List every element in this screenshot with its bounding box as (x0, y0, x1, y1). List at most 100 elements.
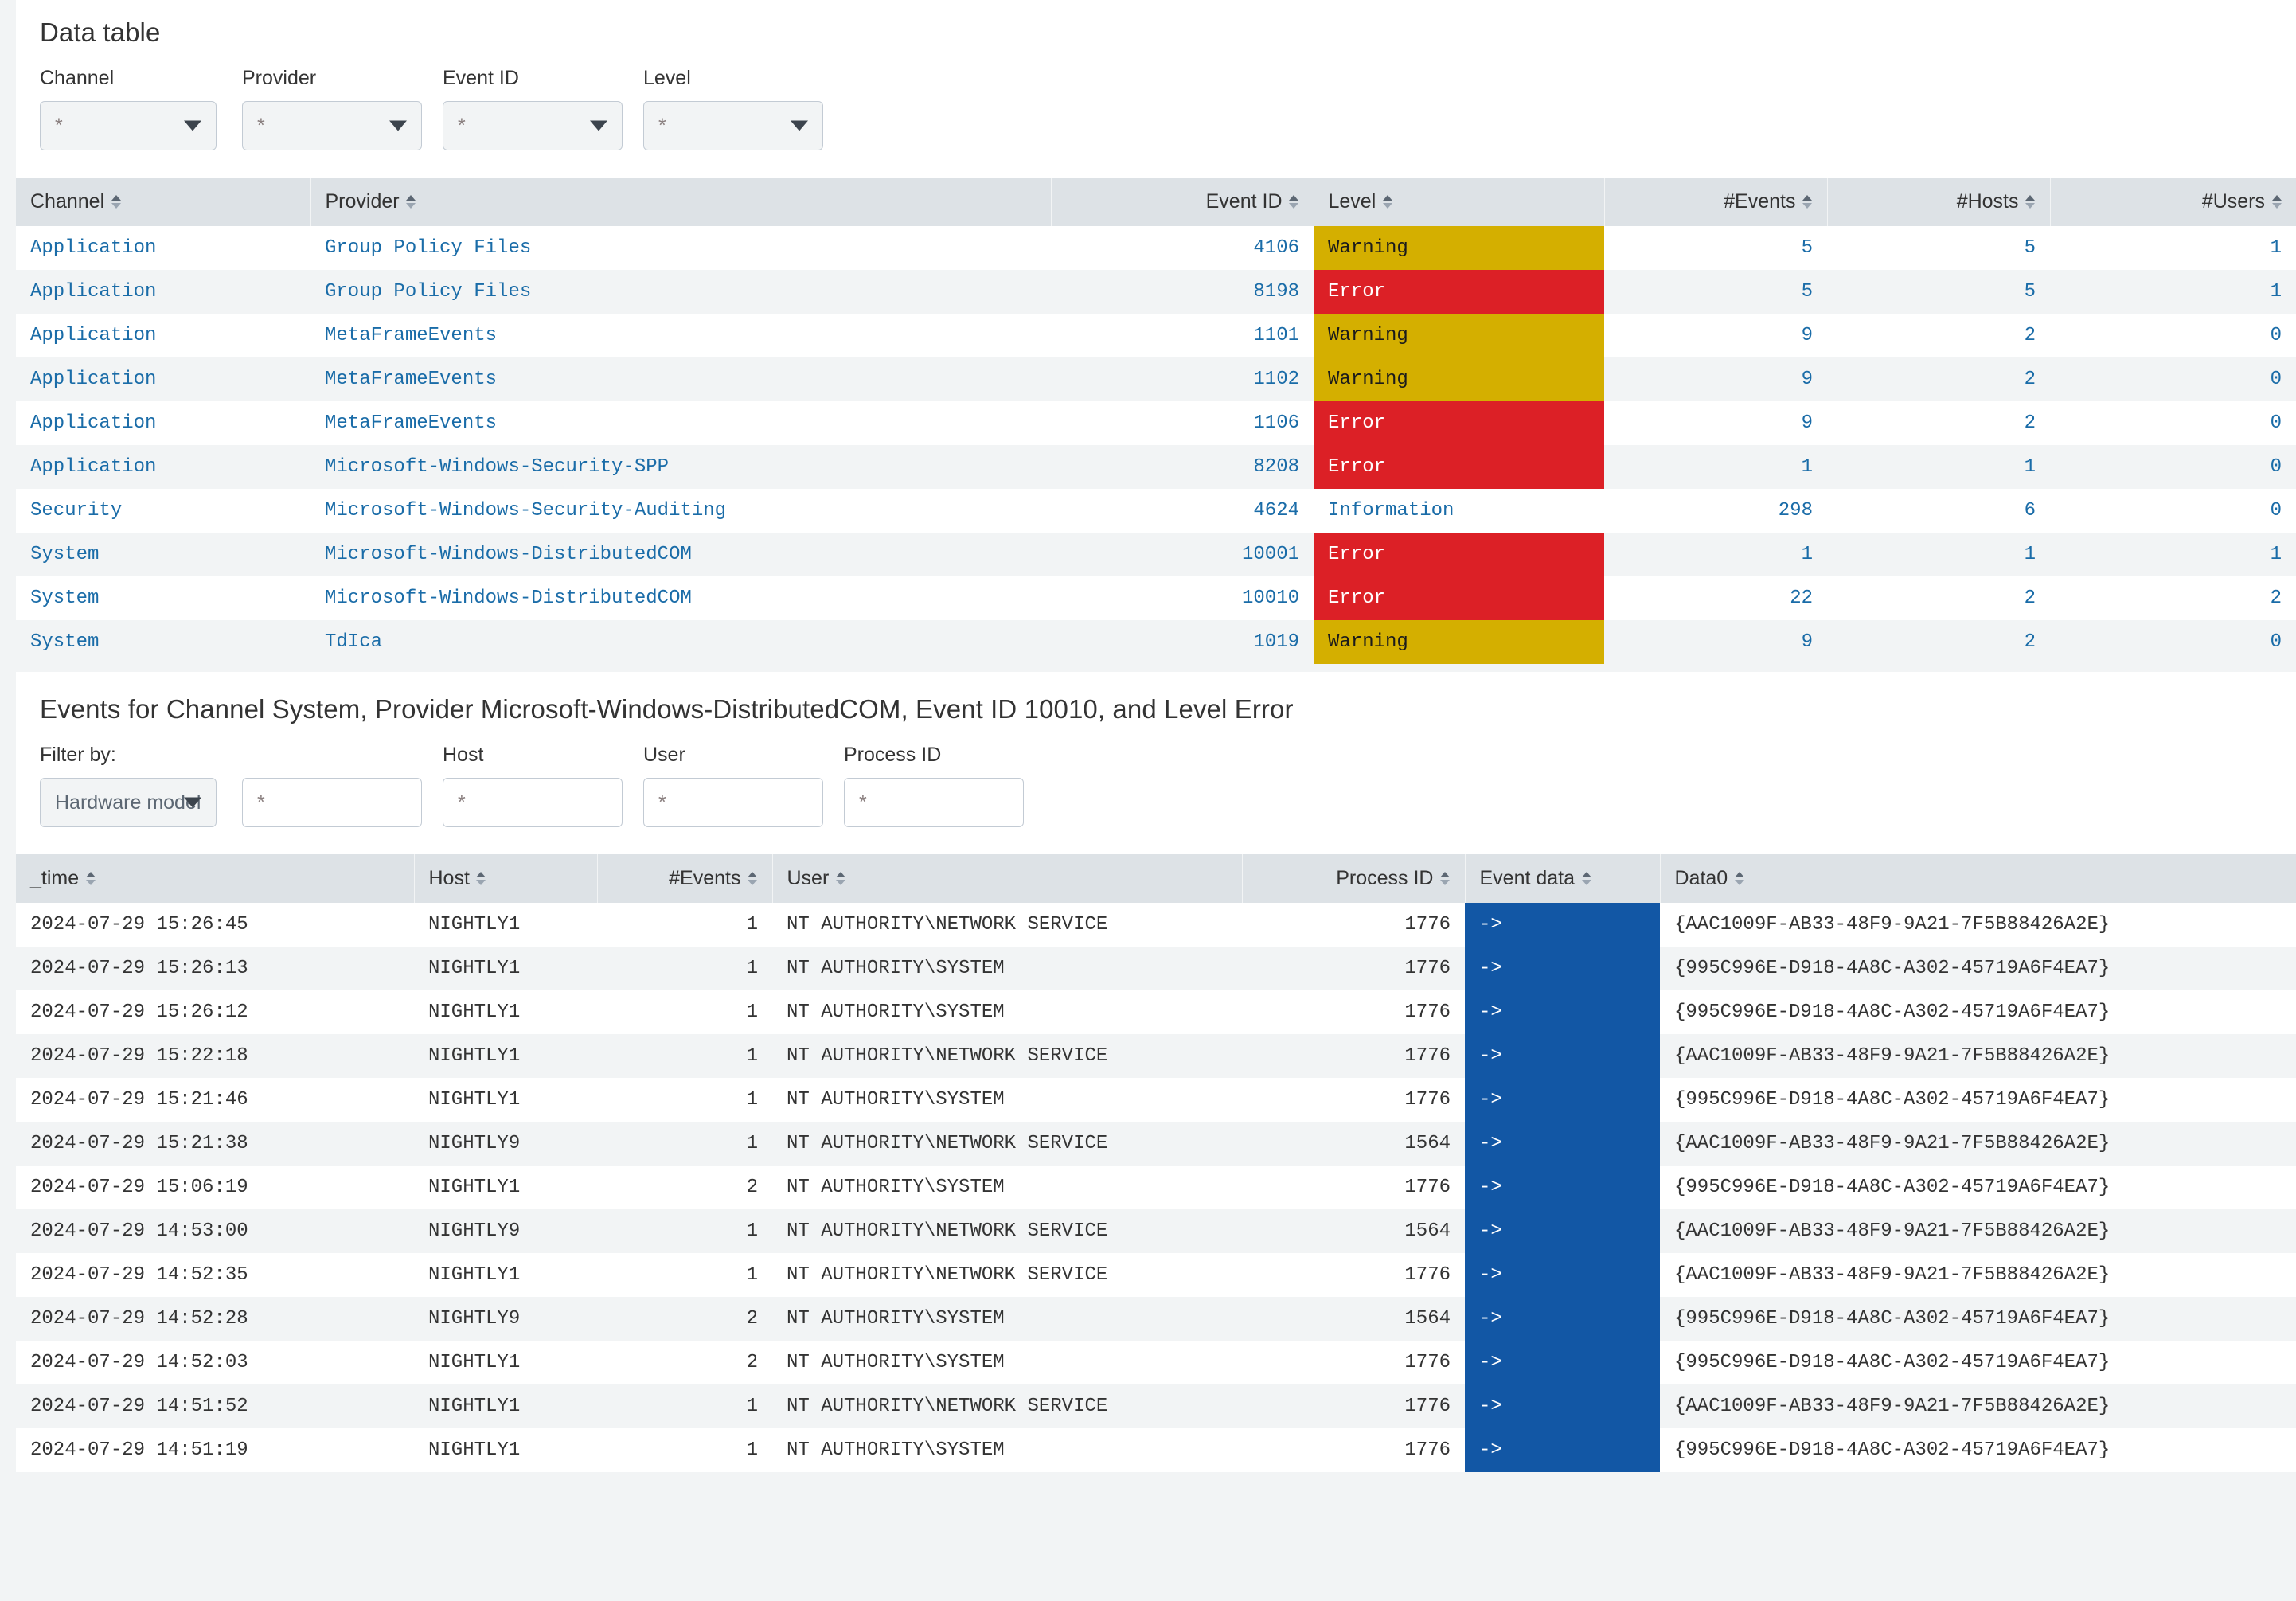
cell-host[interactable]: NIGHTLY1 (414, 1078, 597, 1122)
cell-level[interactable]: Error (1314, 533, 1604, 576)
table-row[interactable]: 2024-07-29 14:53:00 NIGHTLY9 1 NT AUTHORITY… (16, 1209, 2296, 1253)
col-header-process-id[interactable]: Process ID (1242, 854, 1466, 903)
sort-icon[interactable] (406, 195, 416, 209)
cell-users[interactable]: 1 (2050, 533, 2296, 576)
cell-level[interactable]: Error (1314, 576, 1604, 620)
col-header-event-id[interactable]: Event ID (1051, 178, 1314, 226)
cell-level[interactable]: Warning (1314, 314, 1604, 357)
cell-data0[interactable]: {995C996E-D918-4A8C-A302-45719A6F4EA7} (1660, 1341, 2296, 1384)
table-row[interactable]: 2024-07-29 15:21:46 NIGHTLY1 1 NT AUTHORITY… (16, 1078, 2296, 1122)
cell-provider[interactable]: MetaFrameEvents (310, 314, 1051, 357)
cell-provider[interactable]: Group Policy Files (310, 226, 1051, 270)
cell-hosts[interactable]: 1 (1827, 533, 2050, 576)
table-row[interactable]: 2024-07-29 15:06:19 NIGHTLY1 2 NT AUTHORITY… (16, 1166, 2296, 1209)
cell-level[interactable]: Error (1314, 445, 1604, 489)
cell-event-data[interactable]: -> (1465, 903, 1660, 947)
sort-icon[interactable] (835, 872, 845, 885)
cell-events[interactable]: 22 (1604, 576, 1827, 620)
cell-users[interactable]: 0 (2050, 401, 2296, 445)
table-row[interactable]: 2024-07-29 14:52:28 NIGHTLY9 2 NT AUTHORITY… (16, 1297, 2296, 1341)
cell-time[interactable]: 2024-07-29 15:21:46 (16, 1078, 414, 1122)
cell-channel[interactable]: Application (16, 445, 310, 489)
cell-time[interactable]: 2024-07-29 14:53:00 (16, 1209, 414, 1253)
cell-user[interactable]: NT AUTHORITY\SYSTEM (772, 1341, 1242, 1384)
cell-nevents[interactable]: 2 (597, 1297, 772, 1341)
cell-level[interactable]: Error (1314, 270, 1604, 314)
cell-event-id[interactable]: 1101 (1051, 314, 1314, 357)
cell-process-id[interactable]: 1776 (1242, 1384, 1465, 1428)
cell-data0[interactable]: {995C996E-D918-4A8C-A302-45719A6F4EA7} (1660, 990, 2296, 1034)
cell-user[interactable]: NT AUTHORITY\NETWORK SERVICE (772, 903, 1242, 947)
cell-event-data[interactable]: -> (1465, 1341, 1660, 1384)
provider-filter-select[interactable]: * (242, 101, 422, 150)
cell-nevents[interactable]: 1 (597, 1078, 772, 1122)
process-id-filter-input[interactable]: * (844, 778, 1024, 827)
col-header-level[interactable]: Level (1314, 178, 1605, 226)
cell-hosts[interactable]: 2 (1827, 401, 2050, 445)
cell-user[interactable]: NT AUTHORITY\NETWORK SERVICE (772, 1034, 1242, 1078)
cell-host[interactable]: NIGHTLY1 (414, 1341, 597, 1384)
cell-channel[interactable]: System (16, 576, 310, 620)
cell-events[interactable]: 1 (1604, 445, 1827, 489)
cell-process-id[interactable]: 1776 (1242, 1253, 1465, 1297)
cell-events[interactable]: 9 (1604, 314, 1827, 357)
cell-time[interactable]: 2024-07-29 14:52:35 (16, 1253, 414, 1297)
cell-process-id[interactable]: 1776 (1242, 990, 1465, 1034)
col-header-provider[interactable]: Provider (310, 178, 1052, 226)
sort-icon[interactable] (476, 872, 486, 885)
table-row[interactable]: Application Group Policy Files 4106 Warning… (16, 226, 2296, 270)
cell-level[interactable]: Error (1314, 401, 1604, 445)
cell-data0[interactable]: {AAC1009F-AB33-48F9-9A21-7F5B88426A2E} (1660, 1122, 2296, 1166)
cell-users[interactable]: 0 (2050, 489, 2296, 533)
cell-user[interactable]: NT AUTHORITY\NETWORK SERVICE (772, 1384, 1242, 1428)
cell-event-data[interactable]: -> (1465, 1253, 1660, 1297)
table-row[interactable]: Application MetaFrameEvents 1102 Warning 9 2 0 (16, 357, 2296, 401)
cell-host[interactable]: NIGHTLY9 (414, 1122, 597, 1166)
cell-nevents[interactable]: 2 (597, 1166, 772, 1209)
cell-users[interactable]: 0 (2050, 620, 2296, 664)
cell-host[interactable]: NIGHTLY1 (414, 1166, 597, 1209)
cell-hosts[interactable]: 2 (1827, 314, 2050, 357)
cell-provider[interactable]: Microsoft-Windows-Security-Auditing (310, 489, 1051, 533)
cell-events[interactable]: 5 (1604, 226, 1827, 270)
cell-hosts[interactable]: 2 (1827, 357, 2050, 401)
sort-icon[interactable] (748, 872, 758, 885)
cell-event-id[interactable]: 8198 (1051, 270, 1314, 314)
cell-events[interactable]: 9 (1604, 401, 1827, 445)
cell-provider[interactable]: Group Policy Files (310, 270, 1051, 314)
cell-nevents[interactable]: 1 (597, 990, 772, 1034)
cell-data0[interactable]: {995C996E-D918-4A8C-A302-45719A6F4EA7} (1660, 1428, 2296, 1472)
cell-data0[interactable]: {995C996E-D918-4A8C-A302-45719A6F4EA7} (1660, 1166, 2296, 1209)
cell-nevents[interactable]: 1 (597, 903, 772, 947)
cell-data0[interactable]: {AAC1009F-AB33-48F9-9A21-7F5B88426A2E} (1660, 1384, 2296, 1428)
cell-user[interactable]: NT AUTHORITY\NETWORK SERVICE (772, 1122, 1242, 1166)
col-header-time[interactable]: _time (16, 854, 415, 903)
cell-host[interactable]: NIGHTLY1 (414, 1384, 597, 1428)
col-header-channel[interactable]: Channel (16, 178, 311, 226)
cell-process-id[interactable]: 1564 (1242, 1122, 1465, 1166)
cell-process-id[interactable]: 1776 (1242, 947, 1465, 990)
cell-data0[interactable]: {995C996E-D918-4A8C-A302-45719A6F4EA7} (1660, 1297, 2296, 1341)
cell-event-id[interactable]: 1102 (1051, 357, 1314, 401)
cell-host[interactable]: NIGHTLY1 (414, 1428, 597, 1472)
col-header-user[interactable]: User (772, 854, 1243, 903)
cell-event-data[interactable]: -> (1465, 1384, 1660, 1428)
cell-user[interactable]: NT AUTHORITY\SYSTEM (772, 947, 1242, 990)
table-row[interactable]: Application MetaFrameEvents 1101 Warning 9 2 0 (16, 314, 2296, 357)
cell-user[interactable]: NT AUTHORITY\SYSTEM (772, 1166, 1242, 1209)
cell-event-id[interactable]: 10010 (1051, 576, 1314, 620)
table-row[interactable]: 2024-07-29 15:22:18 NIGHTLY1 1 NT AUTHORITY… (16, 1034, 2296, 1078)
cell-hosts[interactable]: 5 (1827, 270, 2050, 314)
sort-icon[interactable] (85, 872, 96, 885)
cell-process-id[interactable]: 1564 (1242, 1209, 1465, 1253)
cell-process-id[interactable]: 1776 (1242, 1078, 1465, 1122)
cell-events[interactable]: 9 (1604, 620, 1827, 664)
cell-event-data[interactable]: -> (1465, 1034, 1660, 1078)
cell-event-data[interactable]: -> (1465, 1166, 1660, 1209)
cell-channel[interactable]: Application (16, 270, 310, 314)
cell-host[interactable]: NIGHTLY1 (414, 903, 597, 947)
cell-user[interactable]: NT AUTHORITY\NETWORK SERVICE (772, 1253, 1242, 1297)
col-header-host[interactable]: Host (414, 854, 598, 903)
cell-hosts[interactable]: 2 (1827, 576, 2050, 620)
cell-process-id[interactable]: 1776 (1242, 903, 1465, 947)
